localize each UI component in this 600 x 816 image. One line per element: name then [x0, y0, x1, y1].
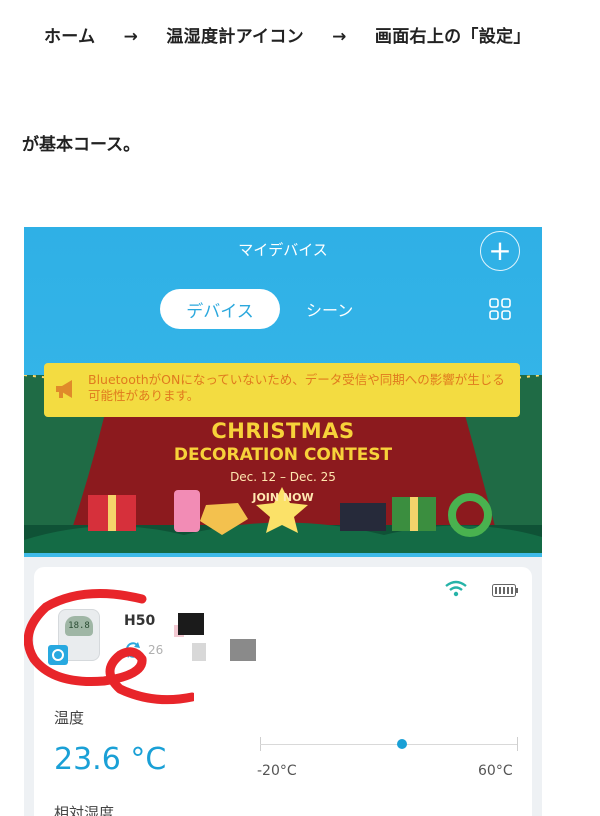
- temperature-range-track: [260, 744, 518, 745]
- app-title: マイデバイス: [238, 241, 328, 259]
- sync-icon: [126, 642, 140, 658]
- plus-icon: +: [488, 234, 512, 267]
- app-screenshot: マイデバイス + デバイス シーン CHRISTMAS DECORATION C…: [24, 227, 542, 816]
- device-thumb-screen: 18.8: [65, 616, 93, 636]
- redaction-mark: [192, 643, 206, 661]
- range-min-label: -20°C: [257, 763, 297, 779]
- temperature-indicator: [396, 739, 407, 749]
- redaction-mark: [178, 613, 204, 635]
- tab-scene[interactable]: シーン: [306, 297, 353, 321]
- banner-subtitle: DECORATION CONTEST: [173, 445, 393, 465]
- temperature-label: 温度: [54, 709, 85, 727]
- device-name[interactable]: H50: [124, 613, 155, 629]
- instruction-step-settings: 画面右上の「設定」: [374, 27, 531, 47]
- banner-title: CHRISTMAS: [211, 419, 355, 443]
- range-max-label: 60°C: [478, 763, 513, 779]
- instruction-line-2: が基本コース。: [22, 135, 141, 155]
- banner-join-button[interactable]: JOIN NOW: [24, 491, 542, 504]
- range-tick-max: [517, 737, 518, 751]
- temperature-value: 23.6 °C: [54, 742, 167, 777]
- instruction-arrow: →: [332, 27, 347, 47]
- banner-date: Dec. 12 – Dec. 25: [230, 470, 336, 484]
- add-device-button[interactable]: +: [480, 231, 520, 271]
- instruction-path: ホーム → 温湿度計アイコン → 画面右上の「設定」: [44, 22, 553, 47]
- sync-status-text: 26: [148, 643, 164, 657]
- instruction-arrow: →: [123, 27, 139, 47]
- battery-icon: [492, 584, 518, 597]
- tab-device[interactable]: デバイス: [160, 289, 280, 329]
- instruction-step-thermometer: 温湿度計アイコン: [166, 27, 304, 47]
- alexa-icon: [48, 645, 68, 665]
- grid-icon[interactable]: [488, 297, 512, 321]
- bluetooth-warning-text: Bluetoothが​ONになっていないため、データ受信や同期への影響が生じる可…: [88, 372, 505, 403]
- redaction-mark: [230, 639, 256, 661]
- instruction-step-home: ホーム: [44, 27, 96, 47]
- megaphone-icon: [56, 380, 72, 398]
- humidity-label: 相対湿度: [54, 804, 115, 816]
- bluetooth-warning[interactable]: Bluetoothが​ONになっていないため、データ受信や同期への影響が生じる可…: [44, 363, 520, 417]
- wifi-icon: [445, 580, 467, 597]
